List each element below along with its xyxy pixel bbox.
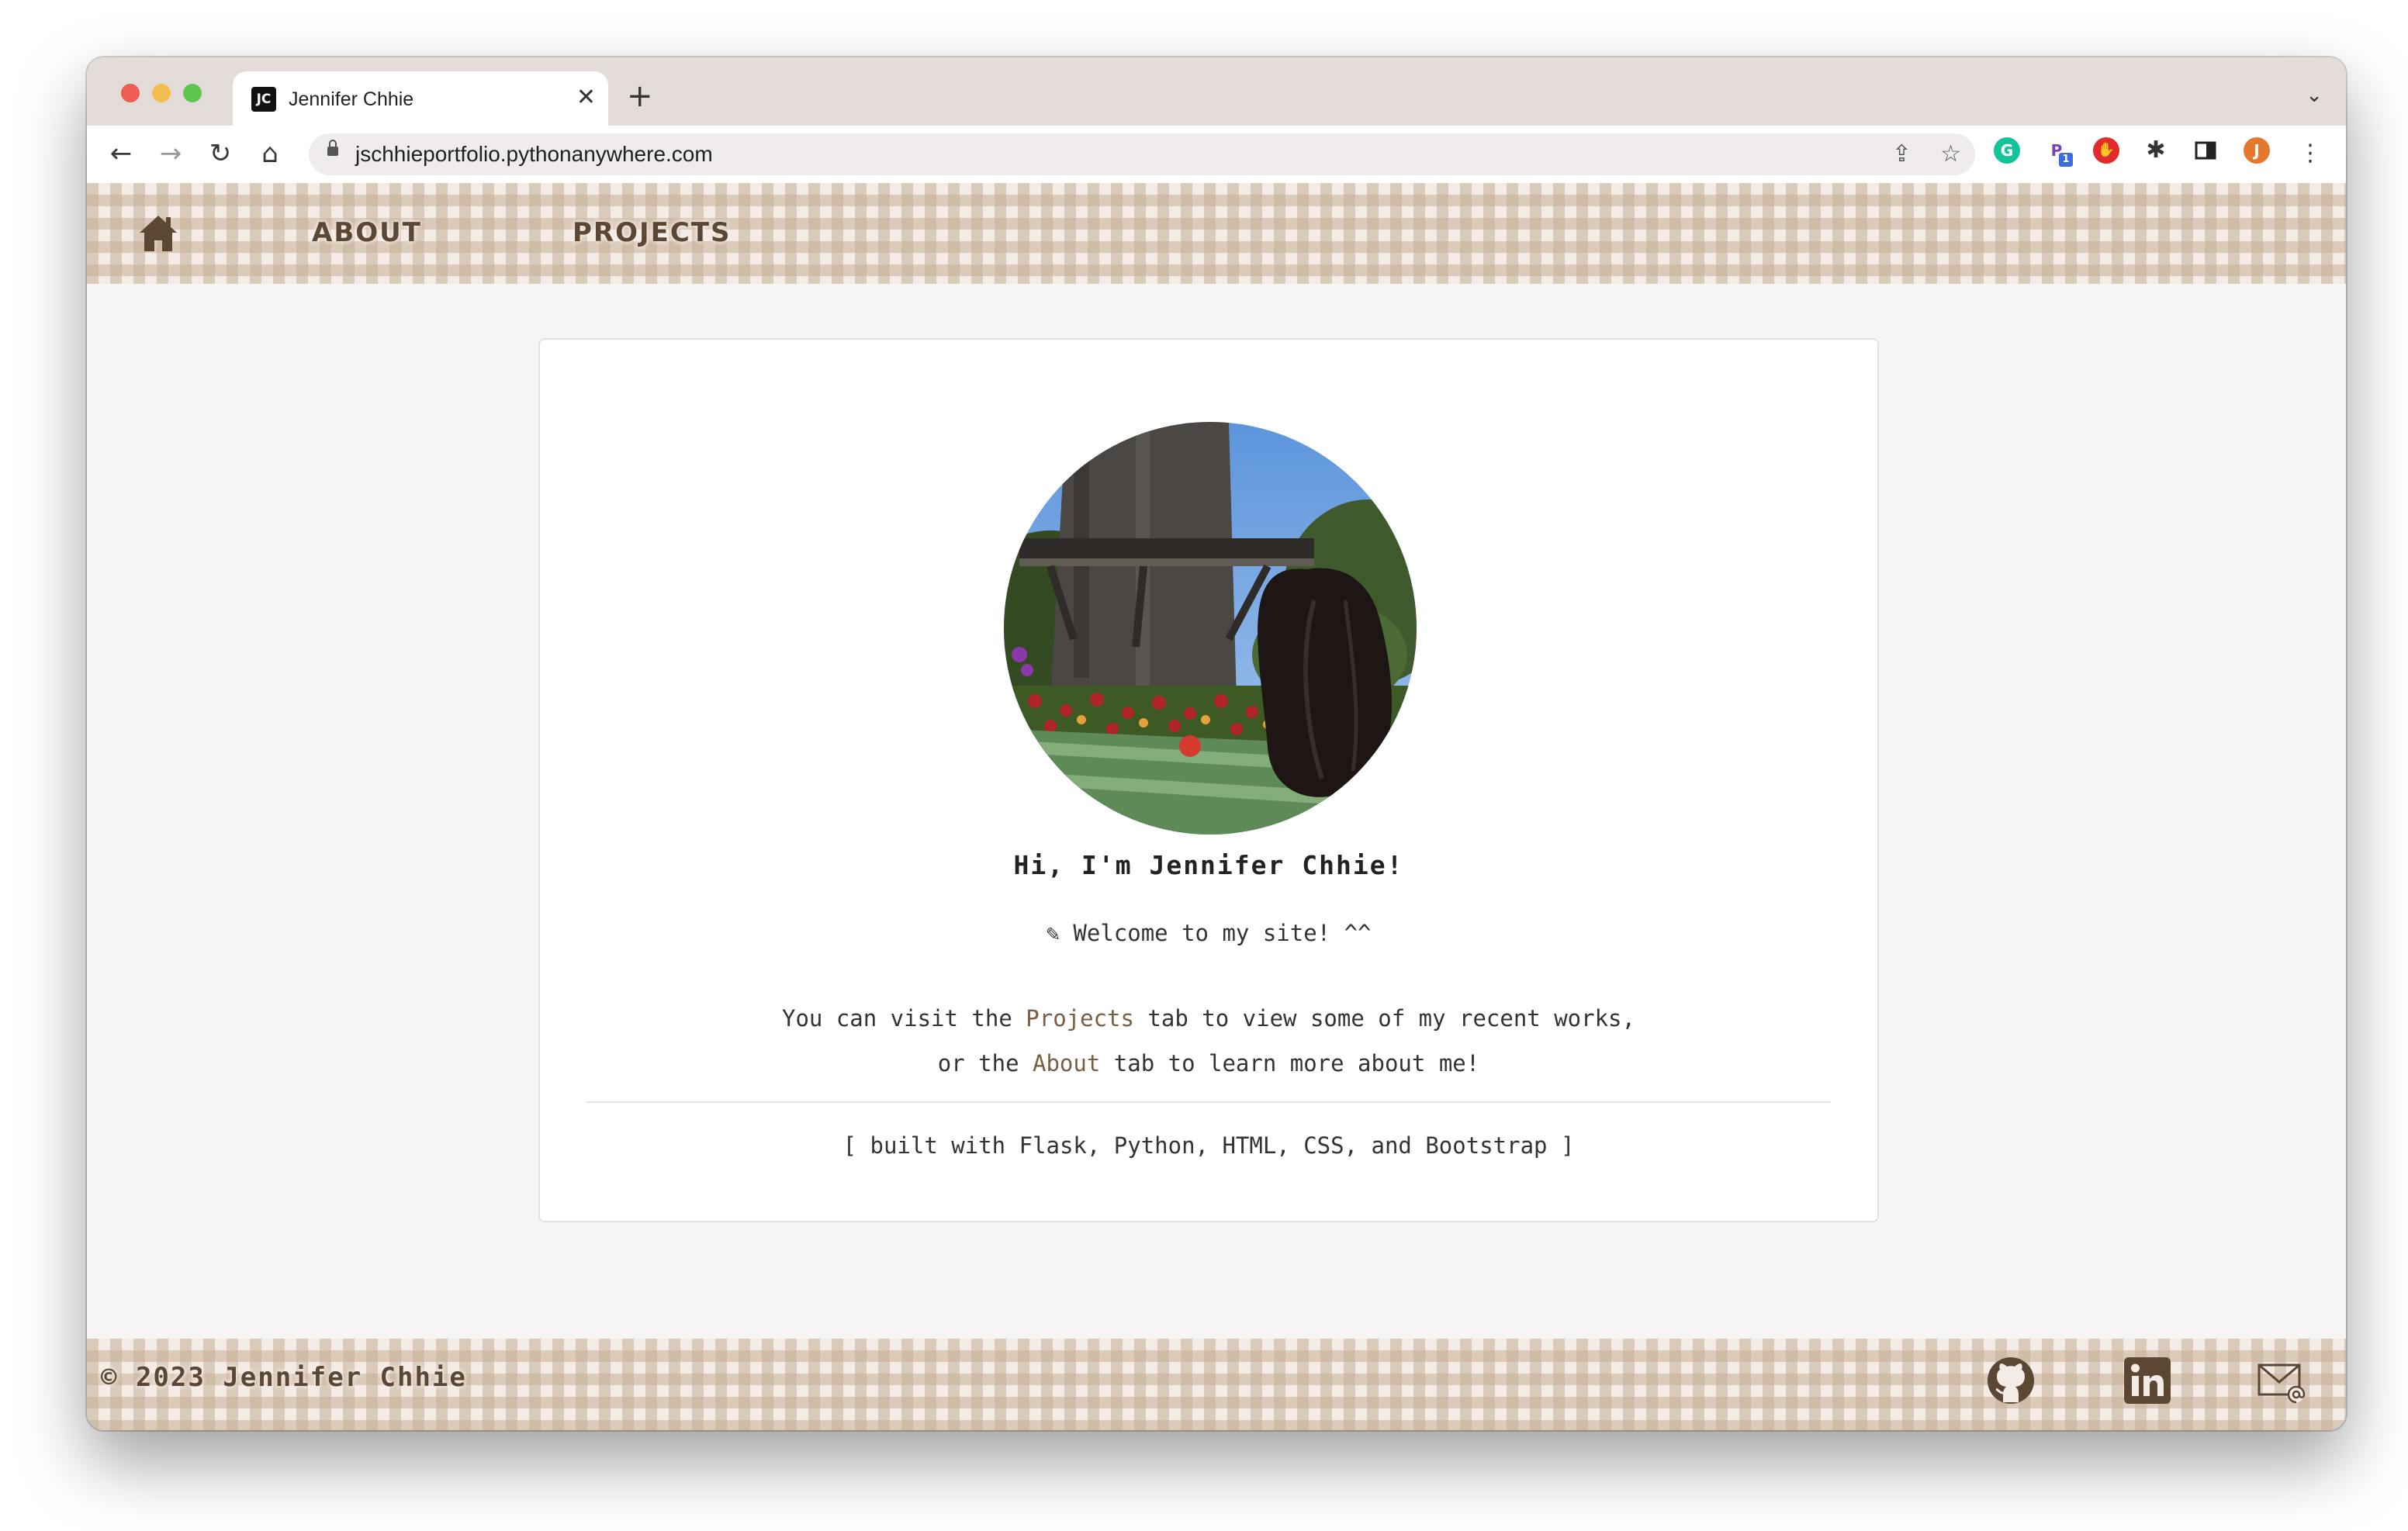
forward-button[interactable]: → [154,137,188,171]
address-bar[interactable]: jschhieportfolio.pythonanywhere.com ⇪ ☆ [309,133,1975,175]
nav-projects-link[interactable]: PROJECTS [573,217,732,248]
tab-close-icon[interactable]: ✕ [576,84,596,112]
tab-strip: JC Jennifer Chhie ✕ + ⌄ [87,57,2346,126]
favicon-icon: JC [251,87,276,112]
projects-inline-link[interactable]: Projects [1026,1005,1134,1032]
tab-search-chevron-icon[interactable]: ⌄ [2306,84,2323,107]
home-icon[interactable] [138,213,178,253]
site-navbar: ABOUT PROJECTS [87,183,2346,284]
p-extension-icon[interactable]: P 1 [2043,137,2073,167]
copyright-text: © 2023 Jennifer Chhie [101,1362,467,1393]
built-with-text: [ built with Flask, Python, HTML, CSS, a… [842,1132,1575,1159]
welcome-line: ✎ Welcome to my site! ^^ [540,920,1877,946]
browser-toolbar: ← → ↻ ⌂ jschhieportfolio.pythonanywhere.… [87,126,2346,184]
home-button[interactable]: ⌂ [253,137,287,171]
tab-title: Jennifer Chhie [289,88,414,110]
share-icon[interactable]: ⇪ [1892,140,1912,169]
grammarly-extension-icon[interactable]: G [1994,137,2020,164]
pencil-icon: ✎ [1046,920,1060,946]
close-window-button[interactable] [121,84,140,102]
intro-line-1-prefix: You can visit the [782,1005,1026,1032]
intro-card: Hi, I'm Jennifer Chhie! ✎ Welcome to my … [538,338,1879,1222]
adblock-extension-icon[interactable]: ✋ [2093,137,2119,164]
intro-line-1-suffix: tab to view some of my recent works, [1133,1005,1635,1032]
greeting-heading: Hi, I'm Jennifer Chhie! [1013,850,1404,880]
site-footer: © 2023 Jennifer Chhie [87,1339,2346,1430]
back-button[interactable]: ← [104,137,138,171]
profile-photo [1004,422,1417,835]
linkedin-icon[interactable] [2123,1356,2172,1405]
intro-line-2: or the About tab to learn more about me! [540,1050,1877,1077]
intro-line-2-prefix: or the [937,1050,1033,1077]
url-text[interactable]: jschhieportfolio.pythonanywhere.com [355,140,713,169]
intro-line-1: You can visit the Projects tab to view s… [540,1005,1877,1032]
p-extension-badge: 1 [2059,153,2073,167]
minimize-window-button[interactable] [152,84,171,102]
new-tab-button[interactable]: + [627,81,653,112]
browser-window: JC Jennifer Chhie ✕ + ⌄ ← → ↻ ⌂ jschhiep… [87,57,2346,1430]
side-panel-icon[interactable] [2192,137,2219,164]
about-inline-link[interactable]: About [1033,1050,1100,1077]
profile-avatar[interactable]: J [2244,137,2270,164]
reload-button[interactable]: ↻ [203,137,237,171]
browser-tab[interactable]: JC Jennifer Chhie ✕ [233,71,608,126]
nav-about-link[interactable]: ABOUT [312,217,422,248]
browser-menu-icon[interactable]: ⋮ [2293,137,2327,171]
bookmark-star-icon[interactable]: ☆ [1940,140,1961,169]
github-icon[interactable] [1986,1356,2036,1405]
email-icon[interactable] [2256,1356,2306,1405]
card-divider [586,1101,1831,1103]
intro-line-2-suffix: tab to learn more about me! [1100,1050,1480,1077]
maximize-window-button[interactable] [183,84,202,102]
lock-icon[interactable] [327,140,338,156]
extensions-puzzle-icon[interactable]: ✱ [2143,137,2169,164]
welcome-text: Welcome to my site! ^^ [1073,920,1372,946]
